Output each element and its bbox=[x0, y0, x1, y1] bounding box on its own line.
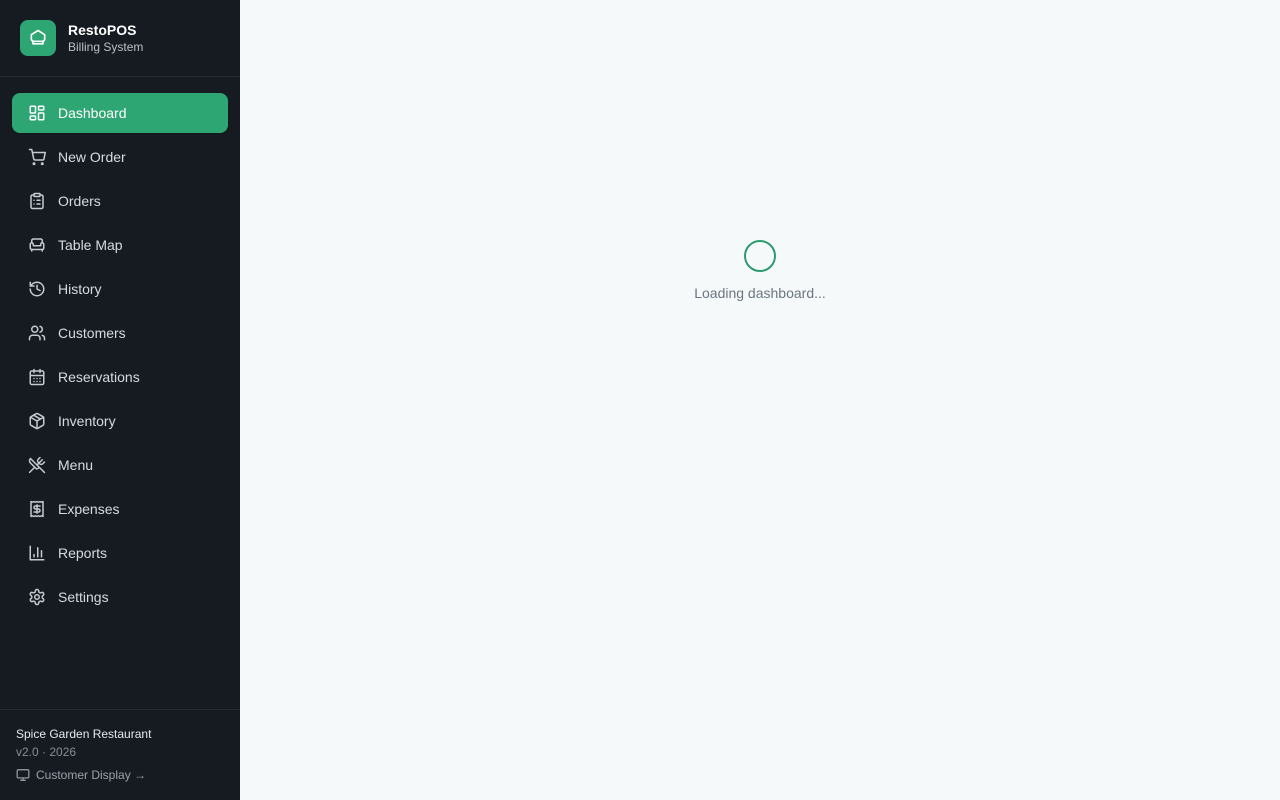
package-icon bbox=[28, 412, 46, 430]
users-icon bbox=[28, 324, 46, 342]
sidebar-item-new-order[interactable]: New Order bbox=[12, 137, 228, 177]
sidebar-item-label: Settings bbox=[58, 589, 109, 605]
sidebar-nav: Dashboard New Order Orders Table Map His… bbox=[0, 77, 240, 621]
sidebar-item-label: Dashboard bbox=[58, 105, 127, 121]
sidebar-footer: Spice Garden Restaurant v2.0 · 2026 Cust… bbox=[0, 709, 240, 800]
receipt-icon bbox=[28, 500, 46, 518]
sidebar-item-table-map[interactable]: Table Map bbox=[12, 225, 228, 265]
brand-header: RestoPOS Billing System bbox=[0, 0, 240, 77]
sidebar-item-dashboard[interactable]: Dashboard bbox=[12, 93, 228, 133]
clipboard-list-icon bbox=[28, 192, 46, 210]
sidebar-item-history[interactable]: History bbox=[12, 269, 228, 309]
loading-spinner bbox=[744, 240, 776, 272]
gear-icon bbox=[28, 588, 46, 606]
bar-chart-icon bbox=[28, 544, 46, 562]
sidebar-item-label: History bbox=[58, 281, 102, 297]
sidebar-item-inventory[interactable]: Inventory bbox=[12, 401, 228, 441]
sidebar-item-label: Menu bbox=[58, 457, 94, 473]
sidebar-item-settings[interactable]: Settings bbox=[12, 577, 228, 617]
layout-dashboard-icon bbox=[28, 104, 46, 122]
sidebar-item-label: Expenses bbox=[58, 501, 120, 517]
customer-display-label: Customer Display → bbox=[36, 768, 147, 782]
chef-hat-icon bbox=[20, 20, 56, 56]
restaurant-name: Spice Garden Restaurant bbox=[16, 727, 152, 741]
brand-text: RestoPOS Billing System bbox=[68, 21, 143, 55]
sidebar-item-label: New Order bbox=[58, 149, 126, 165]
loading-text: Loading dashboard... bbox=[694, 285, 826, 301]
sidebar-item-reservations[interactable]: Reservations bbox=[12, 357, 228, 397]
sidebar-item-orders[interactable]: Orders bbox=[12, 181, 228, 221]
sidebar-item-label: Reports bbox=[58, 545, 108, 561]
customer-display-link[interactable]: Customer Display → bbox=[16, 768, 224, 782]
brand-subtitle: Billing System bbox=[68, 40, 144, 54]
sidebar-item-label: Reservations bbox=[58, 369, 140, 385]
sidebar-item-label: Orders bbox=[58, 193, 101, 209]
utensils-crossed-icon bbox=[28, 456, 46, 474]
sidebar-item-label: Inventory bbox=[58, 413, 116, 429]
armchair-icon bbox=[28, 236, 46, 254]
sidebar-item-customers[interactable]: Customers bbox=[12, 313, 228, 353]
monitor-icon bbox=[16, 768, 30, 782]
history-icon bbox=[28, 280, 46, 298]
sidebar: RestoPOS Billing System Dashboard New Or… bbox=[0, 0, 240, 800]
main-content: Loading dashboard... bbox=[240, 0, 1280, 800]
sidebar-item-expenses[interactable]: Expenses bbox=[12, 489, 228, 529]
version-label: v2.0 · 2026 bbox=[16, 745, 77, 759]
calendar-icon bbox=[28, 368, 46, 386]
brand-title: RestoPOS bbox=[68, 22, 137, 38]
sidebar-item-reports[interactable]: Reports bbox=[12, 533, 228, 573]
sidebar-item-label: Table Map bbox=[58, 237, 123, 253]
shopping-cart-icon bbox=[28, 148, 46, 166]
sidebar-item-menu[interactable]: Menu bbox=[12, 445, 228, 485]
app-root: RestoPOS Billing System Dashboard New Or… bbox=[0, 0, 1280, 800]
loading-indicator: Loading dashboard... bbox=[240, 240, 1280, 301]
sidebar-item-label: Customers bbox=[58, 325, 126, 341]
